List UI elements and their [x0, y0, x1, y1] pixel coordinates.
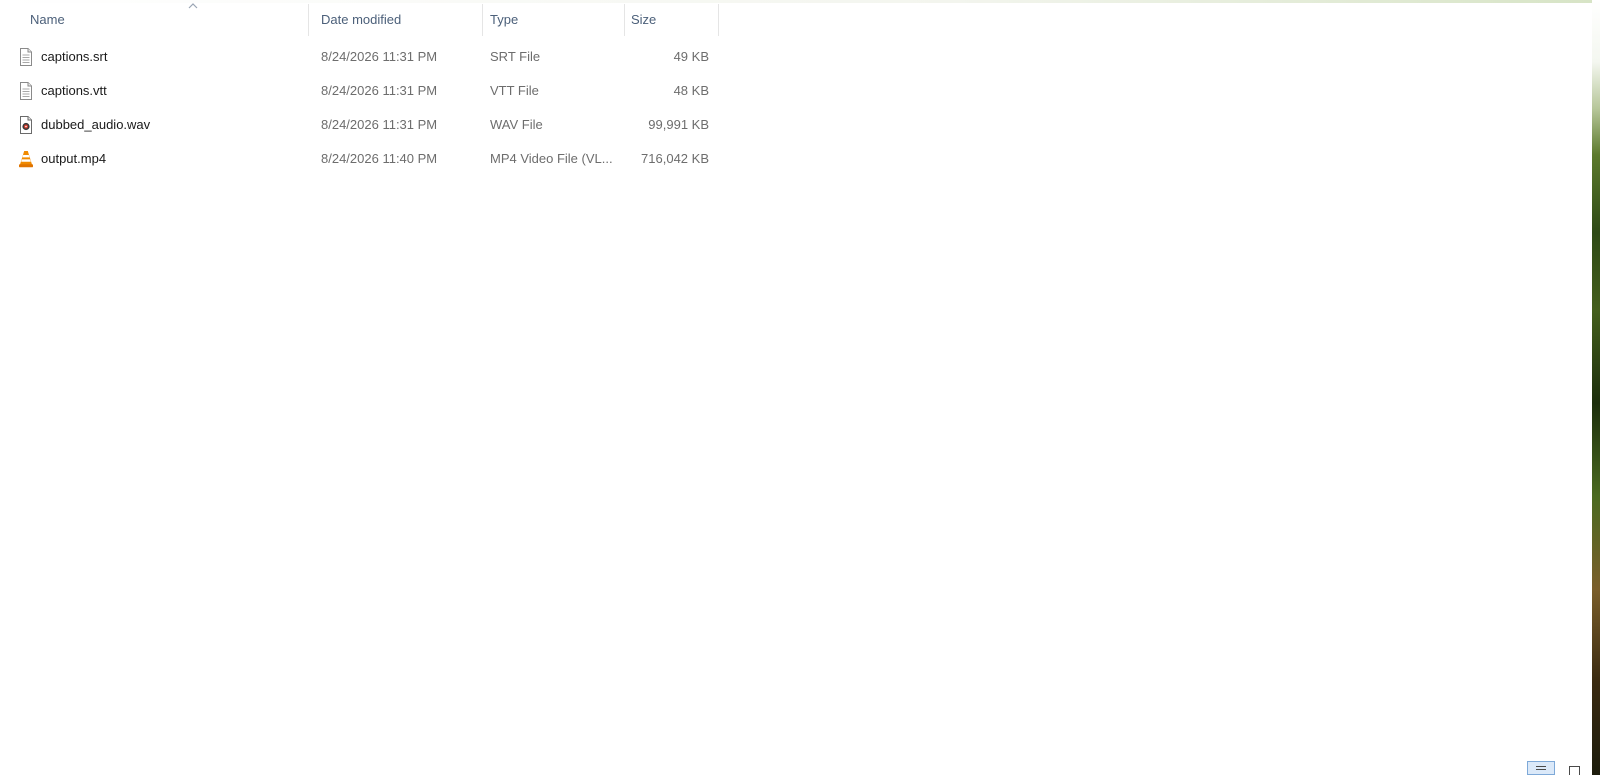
- file-size: 49 KB: [673, 49, 709, 64]
- file-type: WAV File: [490, 117, 543, 132]
- sort-ascending-icon: [188, 3, 198, 9]
- file-date-modified: 8/24/2026 11:31 PM: [321, 117, 438, 132]
- column-header-type-label: Type: [490, 12, 519, 27]
- file-type: VTT File: [490, 83, 539, 98]
- file-size: 716,042 KB: [641, 151, 709, 166]
- file-date-modified: 8/24/2026 11:40 PM: [321, 151, 438, 166]
- file-row[interactable]: captions.srt 8/24/2026 11:31 PM SRT File…: [0, 40, 720, 74]
- audio-file-icon: [20, 116, 32, 134]
- column-divider[interactable]: [718, 4, 719, 36]
- desktop-background-edge: [1592, 0, 1600, 775]
- file-size: 99,991 KB: [648, 117, 709, 132]
- column-header-type[interactable]: Type: [484, 0, 625, 40]
- file-explorer-window: Name Date modified Type Size captions.sr…: [0, 0, 1592, 775]
- text-file-icon: [20, 82, 32, 100]
- file-type: MP4 Video File (VL...: [490, 151, 613, 166]
- file-name[interactable]: output.mp4: [41, 142, 306, 176]
- vlc-cone-icon: [19, 151, 33, 168]
- file-name[interactable]: dubbed_audio.wav: [41, 108, 306, 142]
- file-name[interactable]: captions.vtt: [41, 74, 306, 108]
- column-divider[interactable]: [308, 4, 309, 36]
- text-file-icon: [20, 48, 32, 66]
- column-divider[interactable]: [482, 4, 483, 36]
- column-header-size[interactable]: Size: [625, 0, 719, 40]
- column-header-size-label: Size: [631, 12, 657, 27]
- column-header-name[interactable]: Name: [24, 0, 309, 40]
- large-icons-view-button[interactable]: [1561, 761, 1589, 775]
- column-header-date[interactable]: Date modified: [315, 0, 483, 40]
- file-type: SRT File: [490, 49, 541, 64]
- file-date-modified: 8/24/2026 11:31 PM: [321, 49, 438, 64]
- file-row[interactable]: output.mp4 8/24/2026 11:40 PM MP4 Video …: [0, 142, 720, 176]
- details-view-icon: [1536, 766, 1546, 770]
- file-row[interactable]: captions.vtt 8/24/2026 11:31 PM VTT File…: [0, 74, 720, 108]
- large-icons-view-icon: [1569, 766, 1580, 775]
- file-list: captions.srt 8/24/2026 11:31 PM SRT File…: [0, 40, 720, 176]
- details-view-button[interactable]: [1527, 761, 1555, 775]
- column-header-row: Name Date modified Type Size: [0, 0, 720, 40]
- column-header-name-label: Name: [30, 12, 65, 27]
- file-row[interactable]: dubbed_audio.wav 8/24/2026 11:31 PM WAV …: [0, 108, 720, 142]
- file-date-modified: 8/24/2026 11:31 PM: [321, 83, 438, 98]
- file-size: 48 KB: [673, 83, 709, 98]
- column-header-date-label: Date modified: [321, 12, 402, 27]
- file-name[interactable]: captions.srt: [41, 40, 306, 74]
